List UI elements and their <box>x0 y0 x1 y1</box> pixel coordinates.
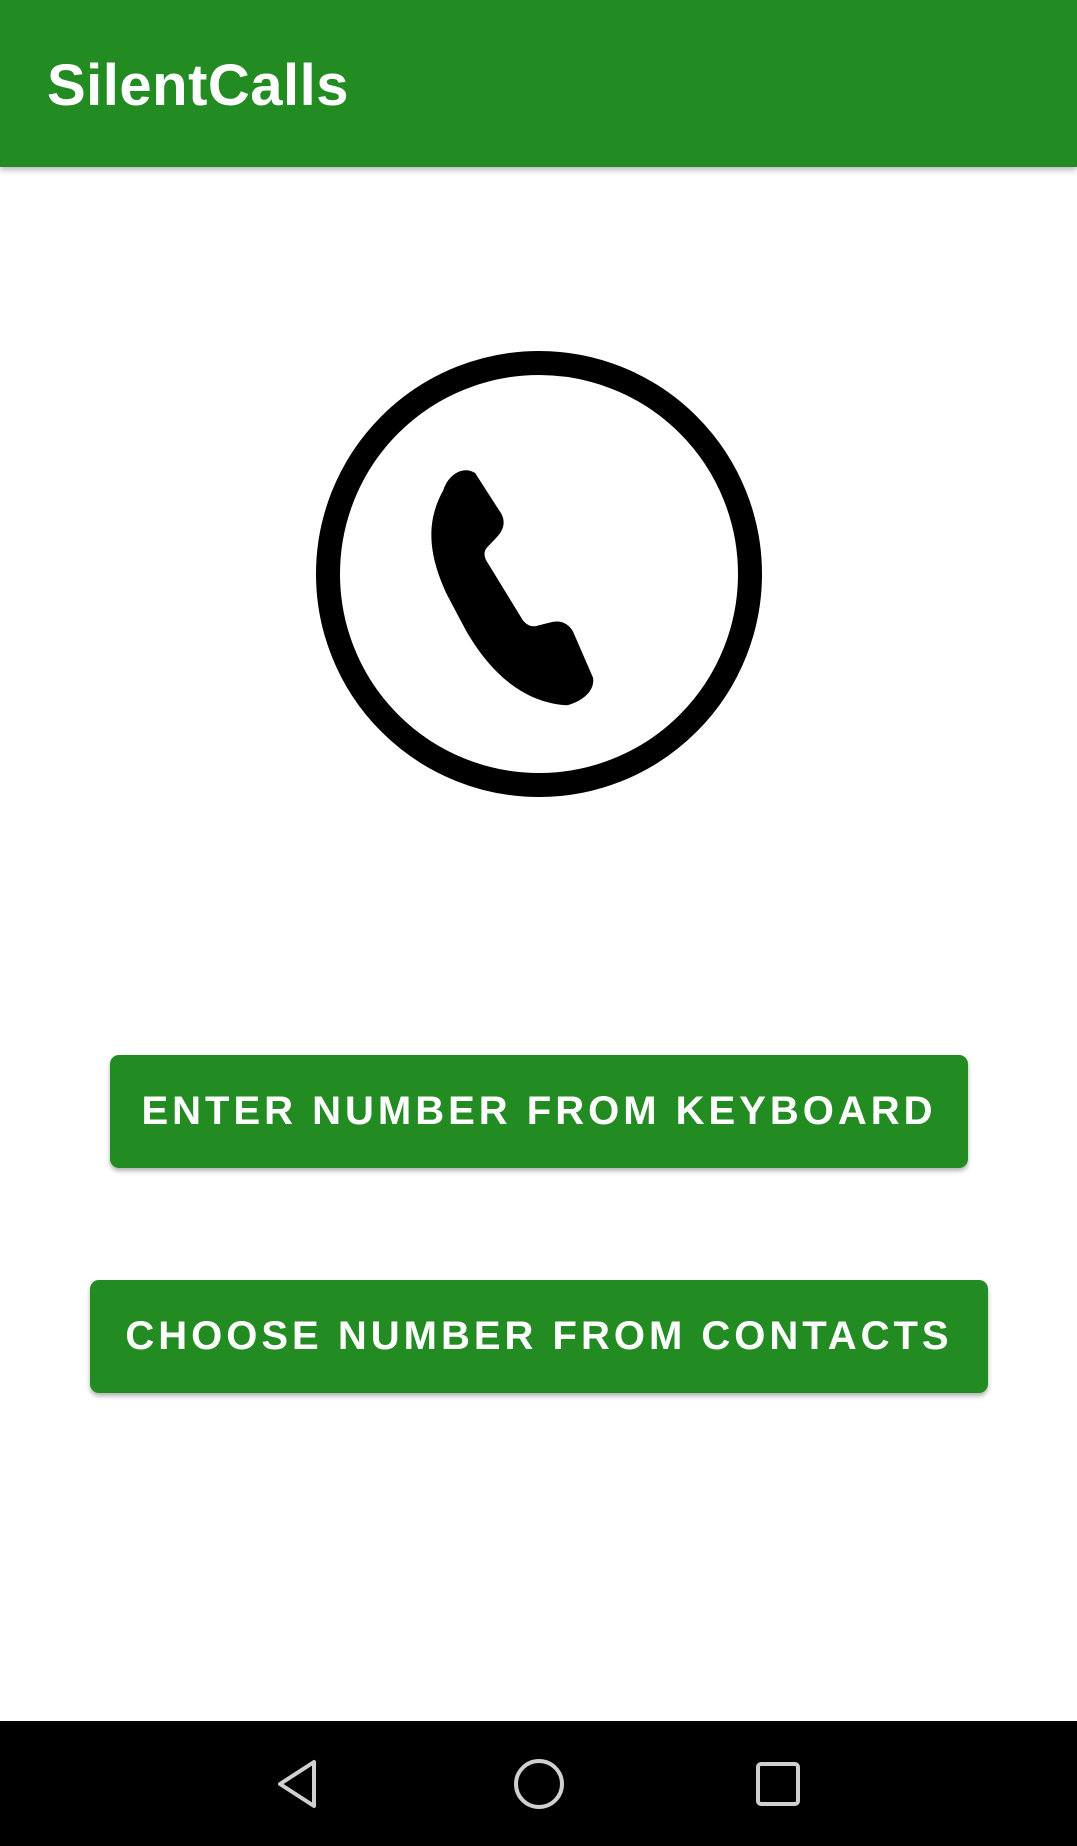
back-triangle-icon <box>278 1759 316 1808</box>
phone-in-circle-icon <box>316 351 762 797</box>
phone-handset-icon <box>431 470 594 706</box>
home-circle-icon <box>514 1758 564 1809</box>
recents-square-icon <box>756 1761 800 1806</box>
home-button[interactable] <box>479 1721 599 1846</box>
enter-number-from-keyboard-button[interactable]: ENTER NUMBER FROM KEYBOARD <box>110 1055 968 1168</box>
choose-number-from-contacts-button[interactable]: CHOOSE NUMBER FROM CONTACTS <box>90 1280 988 1393</box>
system-navigation-bar <box>0 1721 1077 1846</box>
app-bar: SilentCalls <box>0 0 1077 167</box>
recents-button[interactable] <box>718 1721 838 1846</box>
screen: SilentCalls ENTER NUMBER FROM KEYBOARD C… <box>0 0 1077 1846</box>
app-title: SilentCalls <box>47 53 350 118</box>
main-content: ENTER NUMBER FROM KEYBOARD CHOOSE NUMBER… <box>0 167 1077 1721</box>
back-button[interactable] <box>240 1721 360 1846</box>
